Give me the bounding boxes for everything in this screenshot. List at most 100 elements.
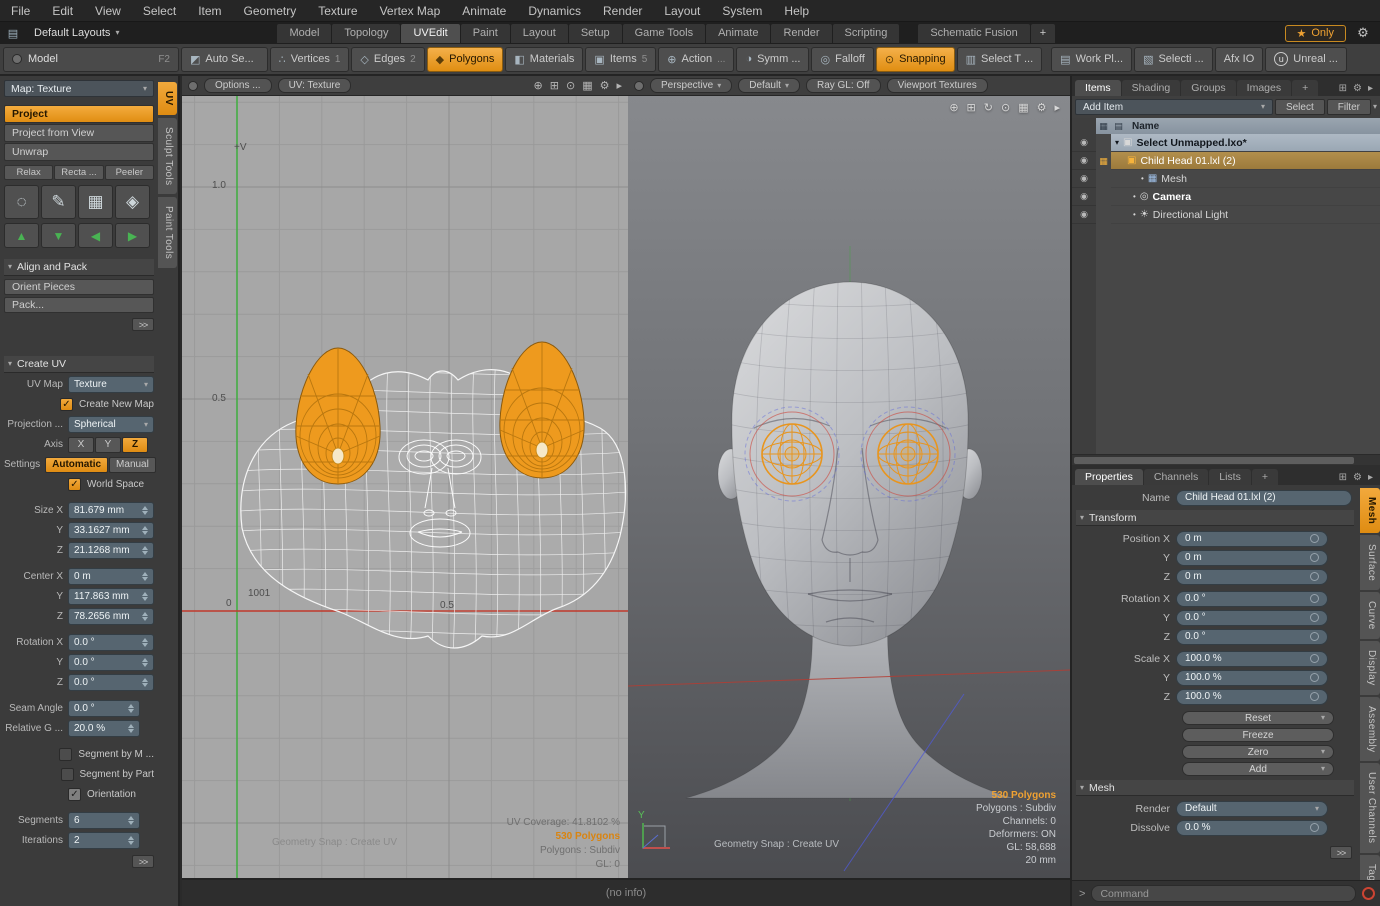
unwrap-button[interactable]: Unwrap: [4, 143, 154, 161]
mini-slider-knob[interactable]: [1310, 594, 1319, 603]
freeze-button[interactable]: Freeze: [1182, 728, 1334, 742]
eye-icon[interactable]: ◉: [1072, 188, 1096, 206]
segment-by-part-checkbox[interactable]: ✓ Segment by Part: [61, 768, 154, 781]
items-mode-button[interactable]: ▣ Items 5: [585, 47, 656, 72]
tab-lists[interactable]: Lists: [1209, 469, 1251, 485]
tab-mesh-props[interactable]: Mesh: [1360, 488, 1380, 533]
stepper[interactable]: [128, 836, 134, 845]
settings-manual-button[interactable]: Manual: [109, 457, 156, 473]
rotation-z-field[interactable]: 0.0 °: [68, 674, 154, 691]
tab-setup[interactable]: Setup: [569, 24, 622, 43]
scale-x-field[interactable]: 100.0 %: [1176, 651, 1328, 667]
edges-mode-button[interactable]: ◇ Edges 2: [351, 47, 424, 72]
rotate-icon[interactable]: ↻: [984, 101, 993, 114]
snapping-button[interactable]: ⊙ Snapping: [876, 47, 955, 72]
afx-io-button[interactable]: Afx IO: [1215, 47, 1264, 72]
position-x-field[interactable]: 0 m: [1176, 531, 1328, 547]
world-space-checkbox[interactable]: ✓ World Space: [68, 478, 154, 491]
rotation-y-field[interactable]: 0.0 °: [68, 654, 154, 671]
mini-slider-knob[interactable]: [1310, 654, 1319, 663]
add-layout-tab-button[interactable]: +: [1031, 24, 1055, 43]
uv-pen-tool-button[interactable]: ✎: [41, 185, 76, 219]
ellipse-select-tool-button[interactable]: ◌: [4, 185, 39, 219]
stepper[interactable]: [142, 612, 148, 621]
relative-gap-field[interactable]: 20.0 %: [68, 720, 140, 737]
add-transform-button[interactable]: Add ▾: [1182, 762, 1334, 776]
item-row-mesh[interactable]: ◉ • ▦ Mesh: [1072, 170, 1380, 188]
menu-texture[interactable]: Texture: [307, 4, 368, 18]
segment-by-material-checkbox[interactable]: ✓ Segment by M ...: [59, 748, 154, 761]
zero-button[interactable]: Zero ▾: [1182, 745, 1334, 759]
filter-funnel-icon[interactable]: ▾: [1373, 103, 1377, 111]
filter-button[interactable]: Filter: [1327, 99, 1371, 115]
viewport-3d-canvas[interactable]: ⊕ ⊞ ↻ ⊙ ▦ ⚙ ▸ 530 Polygons Polygons : Su…: [628, 96, 1070, 878]
viewport-menu-icon[interactable]: [188, 81, 198, 91]
tab-layout[interactable]: Layout: [511, 24, 568, 43]
add-tab-button[interactable]: +: [1252, 469, 1278, 485]
menu-view[interactable]: View: [84, 4, 132, 18]
scale-y-field[interactable]: 100.0 %: [1176, 670, 1328, 686]
grid-icon[interactable]: ▦: [582, 79, 592, 92]
falloff-button[interactable]: ◎ Falloff: [811, 47, 873, 72]
stepper[interactable]: [128, 816, 134, 825]
more-options-button[interactable]: >>: [132, 318, 154, 331]
uv-canvas[interactable]: +V 1.0 0.5 0 0.5 1001 UV Coverage: 41.81…: [182, 96, 628, 878]
stepper[interactable]: [142, 658, 148, 667]
viewport-textures-button[interactable]: Viewport Textures: [887, 78, 988, 93]
tab-shading[interactable]: Shading: [1122, 80, 1181, 96]
mini-slider-knob[interactable]: [1310, 553, 1319, 562]
mini-slider-knob[interactable]: [1310, 692, 1319, 701]
menu-dynamics[interactable]: Dynamics: [517, 4, 592, 18]
move-up-button[interactable]: ▲: [4, 223, 39, 248]
tab-items[interactable]: Items: [1075, 80, 1121, 96]
settings-automatic-button[interactable]: Automatic: [45, 457, 108, 473]
tab-schematic-fusion[interactable]: Schematic Fusion: [918, 24, 1029, 43]
gear-icon[interactable]: ⚙: [1037, 101, 1047, 114]
selection-sets-button[interactable]: ▧ Selecti ...: [1134, 47, 1213, 72]
tab-assembly-props[interactable]: Assembly: [1360, 697, 1380, 762]
menu-file[interactable]: File: [0, 4, 41, 18]
more-options-button[interactable]: >>: [132, 855, 154, 868]
fit-icon[interactable]: ⊙: [1001, 101, 1010, 114]
shading-dropdown[interactable]: Default ▾: [738, 78, 800, 93]
tab-user-channels-props[interactable]: User Channels: [1360, 763, 1380, 852]
expand-icon[interactable]: ▸: [1054, 101, 1060, 114]
center-z-field[interactable]: 78.2656 mm: [68, 608, 154, 625]
zoom-icon[interactable]: ⊕: [534, 79, 543, 92]
iterations-field[interactable]: 2: [68, 832, 140, 849]
layout-selector-dropdown[interactable]: Default Layouts ▾: [26, 27, 127, 39]
rotation-x-field[interactable]: 0.0 °: [1176, 591, 1328, 607]
more-options-button[interactable]: >>: [1330, 846, 1352, 859]
mesh-layer-icon[interactable]: ▦: [1096, 152, 1111, 170]
rectangle-button[interactable]: Recta ...: [54, 165, 103, 180]
materials-mode-button[interactable]: ◧ Materials: [505, 47, 583, 72]
item-row-directional-light[interactable]: ◉ • ☀ Directional Light: [1072, 206, 1380, 224]
gear-icon[interactable]: ⚙: [1346, 25, 1380, 41]
orient-pieces-button[interactable]: Orient Pieces: [4, 279, 154, 295]
tab-topology[interactable]: Topology: [332, 24, 400, 43]
stepper[interactable]: [128, 704, 134, 713]
project-button[interactable]: Project: [4, 105, 154, 123]
zoom-icon[interactable]: ⊕: [949, 101, 958, 114]
stepper[interactable]: [142, 546, 148, 555]
position-z-field[interactable]: 0 m: [1176, 569, 1328, 585]
stepper[interactable]: [142, 506, 148, 515]
size-x-field[interactable]: 81.679 mm: [68, 502, 154, 519]
polygons-mode-button[interactable]: ◆ Polygons: [427, 47, 504, 72]
tab-scripting[interactable]: Scripting: [833, 24, 900, 43]
axis-y-button[interactable]: Y: [95, 437, 121, 453]
expand-icon[interactable]: ▸: [616, 79, 622, 92]
tab-uv-tools[interactable]: UV: [158, 82, 177, 115]
uv-pack-tool-button[interactable]: ◈: [115, 185, 150, 219]
selection-mode-dropdown[interactable]: Model F2: [3, 47, 179, 72]
create-new-map-checkbox[interactable]: ✓ Create New Map: [60, 398, 154, 411]
uv-options-button[interactable]: Options ...: [204, 78, 272, 93]
rotation-y-field[interactable]: 0.0 °: [1176, 610, 1328, 626]
create-uv-section-header[interactable]: ▾ Create UV: [4, 356, 154, 373]
menu-item[interactable]: Item: [187, 4, 232, 18]
stepper[interactable]: [128, 724, 134, 733]
projection-type-dropdown[interactable]: Spherical ▾: [68, 416, 154, 433]
uv-map-dropdown[interactable]: Texture ▾: [68, 376, 154, 393]
only-filter-button[interactable]: ★ Only: [1285, 25, 1347, 42]
fit-icon[interactable]: ⊙: [566, 79, 575, 92]
